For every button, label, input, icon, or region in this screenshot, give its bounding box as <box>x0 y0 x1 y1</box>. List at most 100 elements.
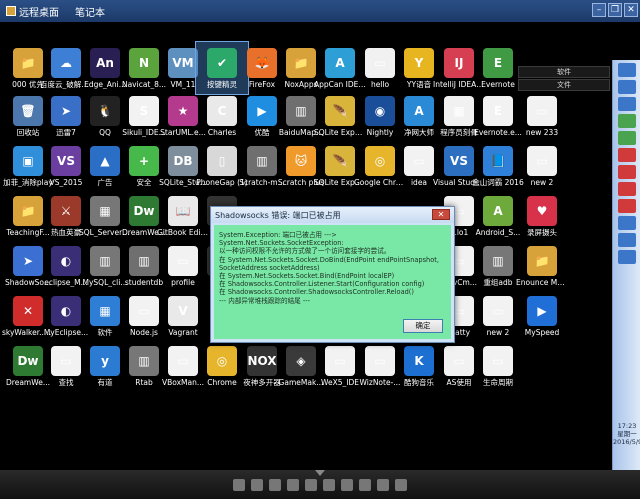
app-icon: 🪶 <box>325 146 355 176</box>
app-icon: ☁ <box>51 48 81 78</box>
toolbar-button[interactable] <box>395 478 407 491</box>
app-icon: C <box>207 96 237 126</box>
toolbar-button[interactable] <box>377 478 389 491</box>
app-icon: V <box>168 296 198 326</box>
close-button[interactable]: ✕ <box>624 3 638 17</box>
toolbar-button[interactable] <box>305 478 317 491</box>
app-icon: K <box>404 346 434 376</box>
app-icon: S <box>129 96 159 126</box>
desktop-icon-label: Enounce MySpeed <box>516 278 568 287</box>
taskbar-item-icon[interactable] <box>617 114 636 128</box>
desktop-icon[interactable]: ▶ MySpeed <box>516 290 568 342</box>
collapse-arrow-icon[interactable] <box>315 470 325 476</box>
taskbar-item-icon[interactable] <box>617 182 636 196</box>
app-icon: Dw <box>129 196 159 226</box>
app-icon: An <box>90 48 120 78</box>
error-message: System.Exception: 端口已被占用 ---> System.Net… <box>219 231 446 305</box>
desktop-icon[interactable]: ▭ new 2 <box>516 140 568 192</box>
desktop-icon[interactable]: ▭ new 233 <box>516 90 568 142</box>
app-icon: ▦ <box>444 96 474 126</box>
desktop-icon-label: Evernote <box>481 80 515 89</box>
app-icon: VM <box>168 48 198 78</box>
app-icon: VS <box>444 146 474 176</box>
app-icon: 🦊 <box>247 48 277 78</box>
app-icon: E <box>483 96 513 126</box>
desktop-icon[interactable]: ▭ 生命周期 <box>472 340 524 392</box>
desktop-icon[interactable]: ♥ 录屏摄头 <box>516 190 568 242</box>
app-icon: ▣ <box>13 146 43 176</box>
tab-remote-desktop[interactable]: 远程桌面 <box>6 4 59 19</box>
app-icon: ◉ <box>365 96 395 126</box>
app-icon: ◈ <box>286 346 316 376</box>
app-icon: DB <box>168 146 198 176</box>
app-icon: ✔ <box>207 48 237 78</box>
app-icon: ▭ <box>444 346 474 376</box>
desktop-icon-label: 生命周期 <box>483 378 513 387</box>
taskbar-item-icon[interactable] <box>617 233 636 247</box>
desktop-icon-label: new 233 <box>525 128 559 137</box>
toolbar-button[interactable] <box>269 478 281 491</box>
app-icon: y <box>90 346 120 376</box>
dialog-titlebar: Shadowsocks 错误: 端口已被占用 ✕ <box>211 207 454 223</box>
app-icon: ▭ <box>527 96 557 126</box>
app-icon: ◎ <box>207 346 237 376</box>
desktop-icon[interactable]: V Vagrant <box>157 290 209 342</box>
dialog-body: System.Exception: 端口已被占用 ---> System.Net… <box>214 225 451 339</box>
app-icon: ▭ <box>129 296 159 326</box>
taskbar-item-icon[interactable] <box>617 63 636 77</box>
app-icon: N <box>129 48 159 78</box>
taskbar-item-icon[interactable] <box>617 216 636 230</box>
app-icon: 📁 <box>527 246 557 276</box>
app-icon: ▭ <box>325 346 355 376</box>
app-icon: ▶ <box>527 296 557 326</box>
taskbar: 17:23 星期一 2016/5/9 <box>612 60 640 470</box>
taskbar-item-icon[interactable] <box>617 148 636 162</box>
desktop-icon-label: 录屏摄头 <box>527 228 557 237</box>
app-icon: ▭ <box>404 146 434 176</box>
desktop-side-buttons: 软件 文件 <box>518 66 610 92</box>
taskbar-item-icon[interactable] <box>617 250 636 264</box>
ok-button[interactable]: 确定 <box>403 319 443 333</box>
toolbar-button[interactable] <box>287 478 299 491</box>
dialog-close-button[interactable]: ✕ <box>432 209 450 220</box>
app-icon: ▭ <box>483 296 513 326</box>
clock-time: 17:23 <box>617 422 637 430</box>
app-icon: ▥ <box>90 246 120 276</box>
app-icon: ▭ <box>527 146 557 176</box>
taskbar-item-icon[interactable] <box>617 199 636 213</box>
toolbar-button[interactable] <box>341 478 353 491</box>
error-message-line: 在 System.Net.Sockets.Socket.Bind(EndPoin… <box>219 272 395 281</box>
desktop-icon[interactable]: 📁 Enounce MySpeed <box>516 240 568 292</box>
window-controls: – ❐ ✕ <box>592 3 638 17</box>
error-message-line: 在 System.Net.Sockets.Socket.DoBind(EndPo… <box>219 255 439 264</box>
taskbar-item-icon[interactable] <box>617 131 636 145</box>
system-clock[interactable]: 17:23 星期一 2016/5/9 <box>613 422 640 446</box>
tab-laptop-label: 笔记本 <box>75 7 105 19</box>
app-icon: ▯ <box>207 146 237 176</box>
app-icon: 🪶 <box>325 96 355 126</box>
restore-button[interactable]: ❐ <box>608 3 622 17</box>
tab-remote-desktop-label: 远程桌面 <box>19 7 59 19</box>
desktop-icon[interactable]: E Evernote <box>472 42 524 94</box>
error-message-line: 以一种访问权限不允许的方式做了一个访问套接字的尝试。 <box>219 247 391 256</box>
toolbar-button[interactable] <box>323 478 335 491</box>
app-icon: ★ <box>168 96 198 126</box>
app-icon: ▦ <box>90 196 120 226</box>
toolbar-button[interactable] <box>251 478 263 491</box>
tab-laptop[interactable]: 笔记本 <box>75 4 105 19</box>
file-button[interactable]: 文件 <box>518 79 610 91</box>
app-icon: Y <box>404 48 434 78</box>
app-icon: ▥ <box>129 346 159 376</box>
toolbar-button[interactable] <box>359 478 371 491</box>
taskbar-item-icon[interactable] <box>617 97 636 111</box>
software-button[interactable]: 软件 <box>518 66 610 78</box>
taskbar-item-icon[interactable] <box>617 165 636 179</box>
error-dialog: Shadowsocks 错误: 端口已被占用 ✕ System.Exceptio… <box>210 206 455 343</box>
desktop-icon-label: Vagrant <box>168 328 198 337</box>
app-icon: ▭ <box>168 346 198 376</box>
app-icon: ◐ <box>51 246 81 276</box>
toolbar-button[interactable] <box>233 478 245 491</box>
taskbar-item-icon[interactable] <box>617 80 636 94</box>
app-icon: ◐ <box>51 296 81 326</box>
minimize-button[interactable]: – <box>592 3 606 17</box>
